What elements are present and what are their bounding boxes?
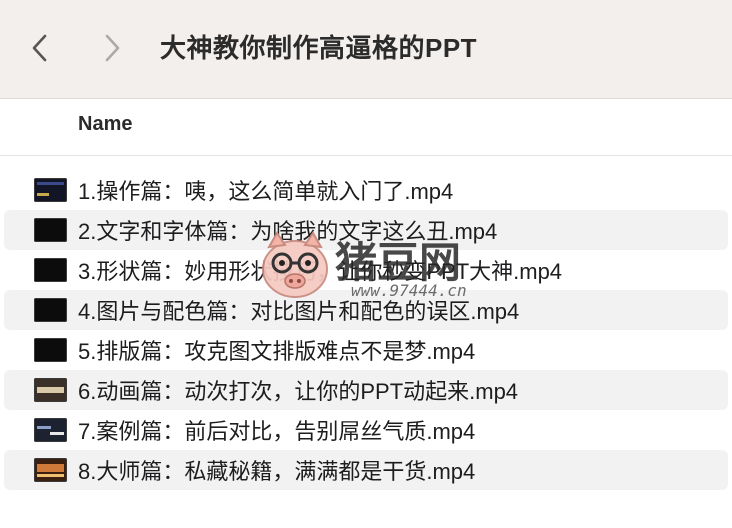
file-row[interactable]: 1.操作篇：咦，这么简单就入门了.mp4: [0, 170, 732, 210]
file-row[interactable]: 6.动画篇：动次打次，让你的PPT动起来.mp4: [4, 370, 728, 410]
back-button[interactable]: [20, 26, 60, 70]
file-name: 1.操作篇：咦，这么简单就入门了.mp4: [78, 179, 454, 204]
file-row[interactable]: 5.排版篇：攻克图文排版难点不是梦.mp4: [0, 330, 732, 370]
toolbar: 大神教你制作高逼格的PPT: [0, 0, 732, 99]
chevron-left-icon: [32, 34, 47, 62]
video-thumbnail-icon: [34, 338, 67, 362]
file-row[interactable]: 3.形状篇：妙用形状技巧，让你秒变PPT大神.mp4: [0, 250, 732, 290]
column-header: Name: [0, 99, 732, 156]
chevron-right-icon: [105, 34, 120, 62]
file-name: 7.案例篇：前后对比，告别屌丝气质.mp4: [78, 419, 476, 444]
video-thumbnail-icon: [34, 378, 67, 402]
video-thumbnail-icon: [34, 298, 67, 322]
name-column-header[interactable]: Name: [78, 113, 132, 136]
video-thumbnail-icon: [34, 178, 67, 202]
file-name: 8.大师篇：私藏秘籍，满满都是干货.mp4: [78, 459, 476, 484]
forward-button[interactable]: [92, 26, 132, 70]
video-thumbnail-icon: [34, 258, 67, 282]
video-thumbnail-icon: [34, 218, 67, 242]
file-row[interactable]: 7.案例篇：前后对比，告别屌丝气质.mp4: [0, 410, 732, 450]
file-name: 5.排版篇：攻克图文排版难点不是梦.mp4: [78, 339, 476, 364]
video-thumbnail-icon: [34, 418, 67, 442]
file-name: 4.图片与配色篇：对比图片和配色的误区.mp4: [78, 299, 520, 324]
file-name: 6.动画篇：动次打次，让你的PPT动起来.mp4: [78, 379, 519, 404]
file-row[interactable]: 4.图片与配色篇：对比图片和配色的误区.mp4: [4, 290, 728, 330]
file-row[interactable]: 8.大师篇：私藏秘籍，满满都是干货.mp4: [4, 450, 728, 490]
file-name: 2.文字和字体篇：为啥我的文字这么丑.mp4: [78, 219, 498, 244]
file-name: 3.形状篇：妙用形状技巧，让你秒变PPT大神.mp4: [78, 259, 563, 284]
file-row[interactable]: 2.文字和字体篇：为啥我的文字这么丑.mp4: [4, 210, 728, 250]
window-title: 大神教你制作高逼格的PPT: [160, 33, 478, 63]
video-thumbnail-icon: [34, 458, 67, 482]
